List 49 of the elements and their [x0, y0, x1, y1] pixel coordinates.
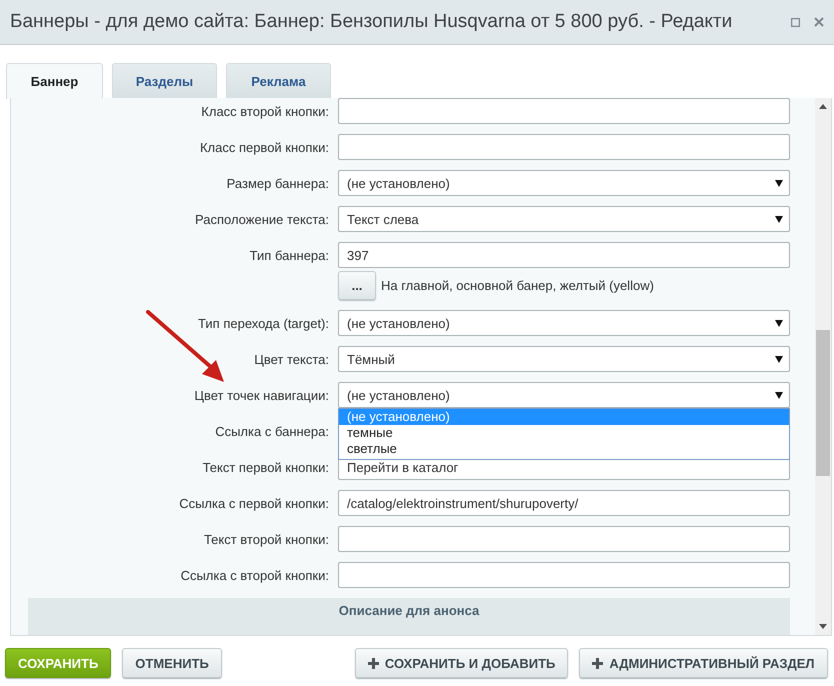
field-label: Класс первой кнопки: [198, 139, 329, 155]
caret-icon [775, 320, 783, 326]
section-title: Описание для анонса [338, 603, 480, 620]
caret-icon [775, 392, 783, 398]
select-field[interactable]: Текст слева [338, 206, 790, 232]
action-button[interactable]: СОХРАНИТЬ И ДОБАВИТЬ [354, 648, 568, 678]
select-field[interactable]: (не установлено) [338, 382, 790, 408]
field-label: Тип перехода (target): [197, 315, 329, 331]
maximize-button[interactable] [791, 18, 800, 26]
maximize-icon [791, 18, 800, 26]
select-field[interactable]: (не установлено) [338, 170, 790, 196]
field-label: Тип баннера: [248, 247, 329, 263]
browse-button[interactable]: ... [338, 271, 376, 300]
text-field[interactable] [338, 562, 790, 588]
field-label: Ссылка с баннера: [214, 423, 329, 439]
tab[interactable]: Реклама [226, 63, 331, 98]
plus-icon [592, 658, 604, 668]
select-field[interactable]: (не установлено) [338, 310, 790, 336]
text-field[interactable] [338, 526, 790, 552]
field-label: Ссылка с второй кнопки: [180, 567, 329, 583]
close-button[interactable] [814, 17, 824, 27]
plus-icon [368, 658, 379, 668]
text-field[interactable] [338, 134, 790, 160]
banner-type-description: На главной, основной банер, желтый (yellow) [381, 278, 654, 293]
tab[interactable]: Баннер [6, 63, 103, 99]
scrollbar[interactable] [815, 98, 831, 635]
field-label: Цвет точек навигации: [193, 387, 329, 403]
caret-icon [775, 356, 783, 362]
scrollbar-thumb[interactable] [816, 330, 830, 476]
tab[interactable]: Разделы [112, 63, 217, 98]
field-label: Размер баннера: [226, 175, 329, 191]
close-icon [814, 17, 824, 27]
field-label: Расположение текста: [194, 211, 329, 227]
window-title: Баннеры - для демо сайта: Баннер: Бензопилы Husqvarna от 5 800 руб. - Редакти [10, 11, 734, 33]
text-field[interactable]: 397 [338, 242, 790, 268]
caret-icon [775, 216, 783, 222]
field-label: Ссылка с первой кнопки: [178, 495, 329, 511]
field-label: Цвет текста: [253, 351, 329, 367]
action-button[interactable]: ОТМЕНИТЬ [122, 648, 222, 678]
text-field[interactable]: /catalog/elektroinstrument/shurupoverty/ [338, 490, 790, 516]
scroll-down-icon [819, 624, 827, 629]
caret-icon [775, 180, 783, 186]
scroll-up-icon [819, 104, 827, 109]
field-label: Текст первой кнопки: [202, 459, 329, 475]
text-field[interactable] [338, 98, 790, 124]
action-button[interactable]: АДМИНИСТРАТИВНЫЙ РАЗДЕЛ [579, 648, 828, 678]
field-label: Текст второй кнопки: [202, 531, 329, 547]
select-field[interactable]: Тёмный [338, 346, 790, 372]
field-label: Класс второй кнопки: [200, 103, 329, 119]
